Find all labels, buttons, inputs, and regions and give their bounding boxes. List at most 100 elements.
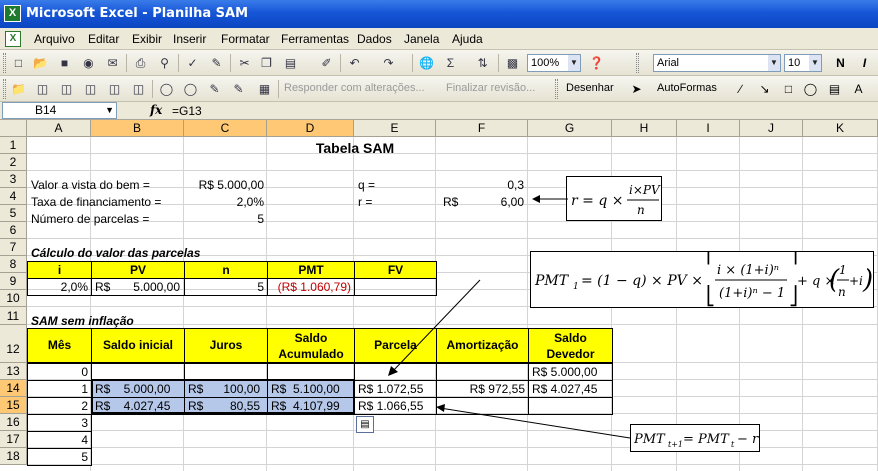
row-header-18[interactable]: 18: [0, 448, 27, 465]
column-header-k[interactable]: K: [803, 120, 878, 137]
row-header-17[interactable]: 17: [0, 431, 27, 448]
calc-pmt[interactable]: (R$ 1.060,79): [267, 278, 355, 296]
redo-icon[interactable]: ↷: [380, 55, 397, 71]
formula-input[interactable]: =G13: [172, 104, 202, 118]
sam-saldo-inicial-row-5[interactable]: [91, 448, 185, 466]
sam-saldo-inicial-row-4[interactable]: [91, 431, 185, 449]
sam-amortizacao-row-3[interactable]: [436, 414, 529, 432]
comment-icon[interactable]: ◫: [106, 81, 123, 97]
sam-juros-row-0[interactable]: [184, 363, 268, 381]
copy-icon[interactable]: ❐: [258, 55, 275, 71]
textbox-icon[interactable]: ▤: [826, 81, 843, 97]
chevron-down-icon[interactable]: ▼: [809, 55, 821, 71]
menu-editar[interactable]: Editar: [88, 32, 119, 46]
fx-icon[interactable]: fx: [150, 103, 162, 117]
column-header-g[interactable]: G: [528, 120, 612, 137]
sam-title[interactable]: SAM sem inflação: [28, 313, 137, 329]
sam-mes-row-4[interactable]: 4: [27, 431, 92, 449]
menu-ferramentas[interactable]: Ferramentas: [281, 32, 349, 46]
sam-mes-row-5[interactable]: 5: [27, 448, 92, 466]
sam-juros-row-5[interactable]: [184, 448, 268, 466]
toolbar-grip[interactable]: [3, 53, 6, 73]
row-header-6[interactable]: 6: [0, 222, 27, 239]
sam-header-saldo-acumulado[interactable]: Saldo Acumulado: [267, 328, 355, 363]
sam-saldo-devedor-row-5[interactable]: [528, 448, 613, 466]
sort-ascending-icon[interactable]: ⇅: [474, 55, 491, 71]
menu-dados[interactable]: Dados: [357, 32, 392, 46]
line-icon[interactable]: ∕: [732, 81, 749, 97]
row-header-5[interactable]: 5: [0, 205, 27, 222]
toolbar-grip[interactable]: [636, 53, 639, 73]
sam-mes-row-3[interactable]: 3: [27, 414, 92, 432]
autosum-icon[interactable]: Σ: [442, 55, 459, 71]
parcelas-label[interactable]: Número de parcelas =: [28, 211, 152, 227]
sheet-title[interactable]: Tabela SAM: [268, 140, 442, 156]
track-icon[interactable]: ◯: [158, 81, 175, 97]
cut-icon[interactable]: ✂: [236, 55, 253, 71]
q-value[interactable]: 0,3: [437, 177, 527, 193]
print-preview-icon[interactable]: ⚲: [156, 55, 173, 71]
font-name-select[interactable]: Arial ▼: [653, 54, 781, 72]
comment-icon[interactable]: ◫: [82, 81, 99, 97]
arrow-icon[interactable]: ↘: [756, 81, 773, 97]
calc-n[interactable]: 5: [184, 278, 268, 296]
sam-amortizacao-row-0[interactable]: [436, 363, 529, 381]
spelling-icon[interactable]: ✓: [184, 55, 201, 71]
wordart-icon[interactable]: A: [850, 81, 867, 97]
sam-header-amortizacao[interactable]: Amortização: [436, 328, 529, 363]
sam-header-juros[interactable]: Juros: [184, 328, 268, 363]
italic-button[interactable]: I: [856, 55, 873, 71]
select-all-corner[interactable]: [0, 120, 27, 137]
paste-options-icon[interactable]: ▤: [356, 416, 374, 433]
menu-exibir[interactable]: Exibir: [132, 32, 162, 46]
edit-icon[interactable]: ✎: [206, 81, 223, 97]
sam-header-mes[interactable]: Mês: [27, 328, 92, 363]
parcelas-value[interactable]: 5: [185, 211, 267, 227]
sam-saldo-acumulado-row-4[interactable]: [267, 431, 355, 449]
sam-saldo-devedor-row-0[interactable]: R$ 5.000,00: [528, 363, 613, 381]
sam-header-saldo-devedor[interactable]: Saldo Devedor: [528, 328, 613, 363]
row-header-1[interactable]: 1: [0, 137, 27, 154]
sam-juros-row-1[interactable]: R$ 100,00: [184, 380, 268, 398]
column-header-b[interactable]: B: [91, 120, 184, 137]
row-header-13[interactable]: 13: [0, 363, 27, 380]
valor-value[interactable]: R$ 5.000,00: [185, 177, 267, 193]
sam-saldo-inicial-row-1[interactable]: R$ 5.000,00: [91, 380, 185, 398]
sam-parcela-row-4[interactable]: [354, 431, 437, 449]
sam-parcela-row-5[interactable]: [354, 448, 437, 466]
row-header-15[interactable]: 15: [0, 397, 27, 414]
r-label[interactable]: r =: [355, 194, 375, 210]
sam-mes-row-1[interactable]: 1: [27, 380, 92, 398]
sam-saldo-devedor-row-3[interactable]: [528, 414, 613, 432]
sam-amortizacao-row-2[interactable]: [436, 397, 529, 415]
calc-header-n[interactable]: n: [184, 261, 268, 279]
row-header-16[interactable]: 16: [0, 414, 27, 431]
permission-icon[interactable]: ◉: [80, 55, 97, 71]
column-header-c[interactable]: C: [184, 120, 267, 137]
sam-juros-row-2[interactable]: R$ 80,55: [184, 397, 268, 415]
column-header-e[interactable]: E: [354, 120, 436, 137]
sam-parcela-row-0[interactable]: [354, 363, 437, 381]
open-icon[interactable]: 📂: [32, 55, 49, 71]
calc-header-fv[interactable]: FV: [354, 261, 437, 279]
sam-saldo-devedor-row-4[interactable]: [528, 431, 613, 449]
row-header-11[interactable]: 11: [0, 307, 27, 325]
sam-saldo-inicial-row-0[interactable]: [91, 363, 185, 381]
end-review-button[interactable]: Finalizar revisão...: [446, 82, 535, 94]
row-header-12[interactable]: 12: [0, 325, 27, 363]
format-painter-icon[interactable]: ✐: [318, 55, 335, 71]
taxa-value[interactable]: 2,0%: [185, 194, 267, 210]
research-icon[interactable]: ✎: [208, 55, 225, 71]
toolbar-grip[interactable]: [555, 79, 558, 99]
folder-icon[interactable]: 📁: [10, 81, 27, 97]
bold-button[interactable]: N: [832, 55, 849, 71]
calc-header-pv[interactable]: PV: [91, 261, 185, 279]
row-header-4[interactable]: 4: [0, 188, 27, 205]
email-icon[interactable]: ✉: [104, 55, 121, 71]
sam-saldo-acumulado-row-5[interactable]: [267, 448, 355, 466]
sam-saldo-inicial-row-3[interactable]: [91, 414, 185, 432]
row-header-2[interactable]: 2: [0, 154, 27, 171]
zoom-select[interactable]: 100% ▼: [527, 54, 581, 72]
rectangle-icon[interactable]: □: [780, 81, 797, 97]
chevron-down-icon[interactable]: ▼: [105, 103, 114, 118]
